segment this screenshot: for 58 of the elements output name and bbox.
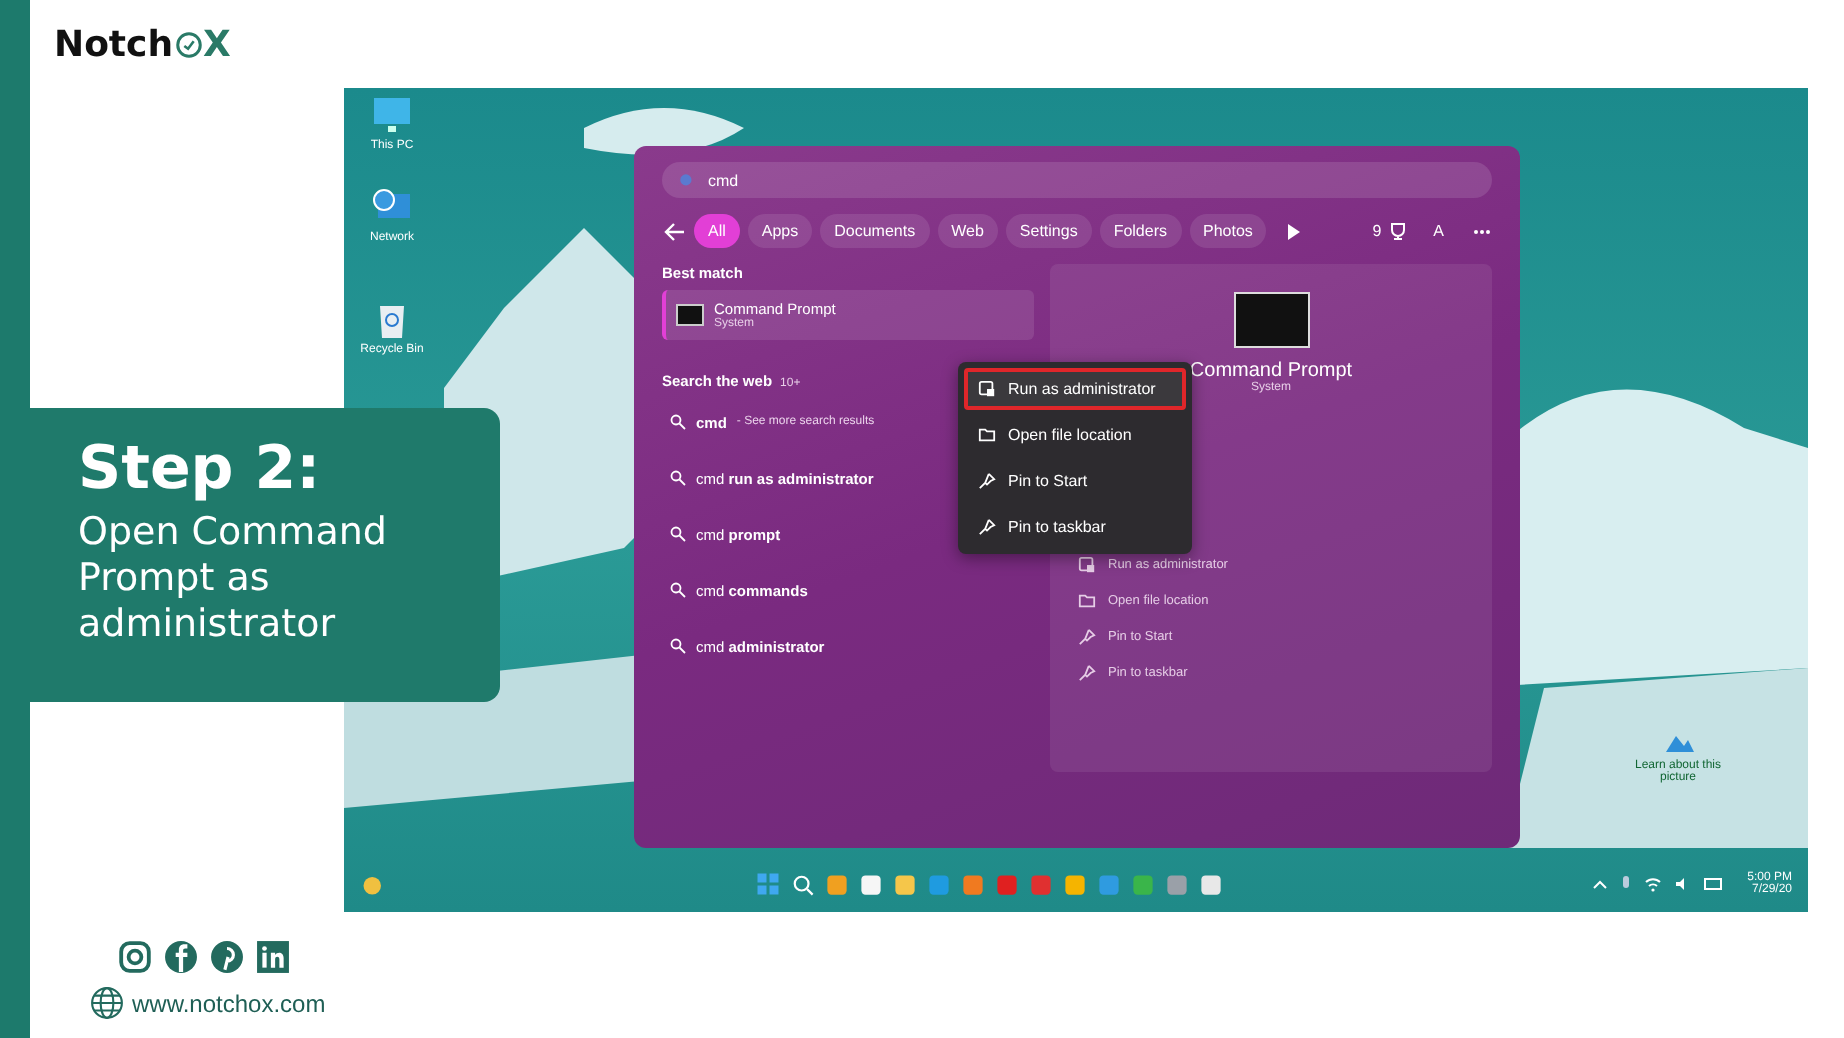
filter-tab[interactable]: All (694, 214, 740, 248)
app-name: Command Prompt (1189, 360, 1353, 382)
folder-icon (978, 426, 996, 444)
globe-icon (90, 986, 124, 1020)
terminal-icon (1233, 292, 1309, 348)
menu-item[interactable]: Pin to Start (964, 460, 1186, 502)
filter-tab[interactable]: Web (937, 214, 998, 248)
step-description: Open Command Prompt as administrator (78, 510, 389, 647)
app-icon (962, 873, 985, 895)
search-field[interactable]: cmd (662, 162, 1492, 198)
more-icon (1472, 227, 1492, 235)
app-icon (1064, 873, 1087, 895)
pinterest-icon (210, 940, 244, 974)
menu-item[interactable]: Run as administrator (964, 368, 1186, 410)
app-icon (1030, 873, 1053, 895)
logo-text: X (203, 23, 231, 65)
app-icon (1200, 873, 1223, 895)
filter-tab[interactable]: Documents (820, 214, 930, 248)
shield-window-icon (978, 380, 996, 398)
terminal-icon (676, 304, 704, 326)
menu-item[interactable]: Open file location (964, 414, 1186, 456)
pin-icon (978, 518, 996, 536)
chevron-up-icon (1591, 878, 1608, 890)
shield-window-icon (1078, 555, 1096, 573)
folder-icon (1078, 591, 1096, 609)
app-icon (1098, 873, 1121, 895)
recycle-bin-icon (376, 300, 408, 340)
app-icon (860, 873, 883, 895)
website-link[interactable]: www.notchox.com (132, 989, 326, 1017)
back-arrow-icon (662, 221, 686, 241)
step-title: Step 2: (78, 436, 323, 502)
battery-icon (1703, 878, 1724, 890)
app-icon (996, 873, 1019, 895)
app-icon (826, 873, 849, 895)
trophy-icon (1389, 222, 1406, 240)
filter-tab[interactable]: Photos (1189, 214, 1267, 248)
pin-icon (1078, 627, 1096, 645)
app-icon (1132, 873, 1155, 895)
clock-icon (173, 29, 204, 59)
pin-icon (978, 472, 996, 490)
filter-tab[interactable]: Settings (1005, 214, 1092, 248)
filter-tab[interactable]: Folders (1099, 214, 1181, 248)
play-icon (1286, 223, 1303, 239)
linkedin-icon (256, 940, 290, 974)
instagram-icon (118, 940, 152, 974)
windows-logo-icon (756, 872, 781, 896)
pin-icon (1078, 663, 1096, 681)
points-count: 9 (1372, 222, 1382, 240)
wifi-icon (1643, 876, 1662, 892)
account-initial[interactable]: A (1433, 222, 1444, 240)
monitor-icon (370, 96, 414, 136)
menu-item[interactable]: Pin to taskbar (964, 506, 1186, 548)
app-icon (1166, 873, 1189, 895)
logo-text: Notch (54, 23, 174, 65)
app-icon (928, 873, 951, 895)
facebook-icon (164, 940, 198, 974)
filter-tab[interactable]: Apps (747, 214, 813, 248)
app-icon (894, 873, 917, 895)
